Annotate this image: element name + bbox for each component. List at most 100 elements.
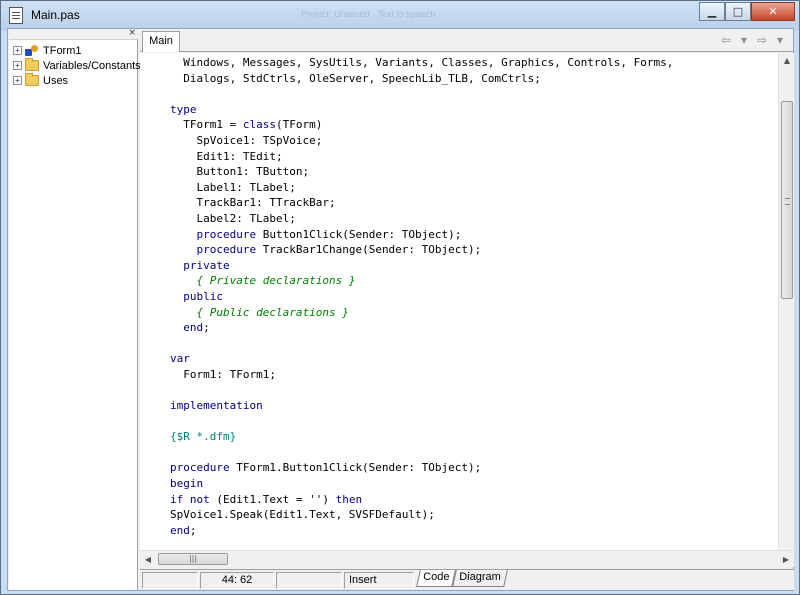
keyword-token: class bbox=[242, 118, 276, 132]
tab-main[interactable]: Main bbox=[142, 31, 180, 52]
title-bar[interactable]: Main.pas Project: Unsaved · Text to spee… bbox=[1, 1, 799, 31]
maximize-button[interactable]: □ bbox=[725, 2, 751, 21]
tree-item-label: TForm1 bbox=[43, 44, 82, 57]
code-token: (Edit1.Text = '') bbox=[209, 492, 336, 506]
code-line[interactable] bbox=[170, 86, 673, 102]
code-line[interactable]: TrackBar1: TTrackBar; bbox=[170, 195, 673, 211]
caption-buttons: ▁ □ ✕ bbox=[699, 2, 795, 21]
status-cell-empty bbox=[276, 572, 342, 589]
expand-icon[interactable]: + bbox=[13, 46, 22, 55]
code-line[interactable]: Button1: TButton; bbox=[170, 164, 673, 180]
window-title: Main.pas bbox=[31, 8, 80, 22]
keyword-token: procedure bbox=[170, 461, 230, 475]
code-line[interactable]: type bbox=[170, 102, 673, 118]
chevron-down-icon[interactable]: ▾ bbox=[773, 33, 787, 47]
tree-item-uses[interactable]: + Uses bbox=[13, 73, 68, 88]
code-line[interactable]: {$R *.dfm} bbox=[170, 429, 673, 445]
keyword-token: private bbox=[183, 258, 230, 272]
code-line[interactable]: var bbox=[170, 351, 673, 367]
code-token: Button1Click(Sender: TObject); bbox=[256, 227, 462, 241]
code-token: Edit1: TEdit; bbox=[170, 149, 283, 163]
keyword-token: not bbox=[189, 492, 210, 506]
code-line[interactable]: { Public declarations } bbox=[170, 305, 673, 321]
code-token: TrackBar1: TTrackBar; bbox=[170, 196, 336, 210]
code-line[interactable]: end; bbox=[170, 320, 673, 336]
close-button[interactable]: ✕ bbox=[751, 2, 795, 21]
code-token: SpVoice1: TSpVoice; bbox=[170, 133, 323, 147]
scroll-left-icon[interactable]: ◀ bbox=[140, 551, 156, 568]
code-line[interactable]: end; bbox=[170, 523, 673, 539]
explorer-close-button[interactable]: × bbox=[128, 28, 136, 38]
tree-item-tform1[interactable]: + TForm1 bbox=[13, 43, 82, 58]
keyword-token: end bbox=[183, 321, 204, 335]
background-window-title: Project: Unsaved · Text to speech bbox=[301, 9, 436, 19]
horizontal-scroll-thumb[interactable]: ||| bbox=[158, 553, 228, 565]
editor-tab-bar: Main ⇦ ▾ ⇨ ▾ bbox=[140, 30, 793, 52]
horizontal-scrollbar[interactable]: ◀ ||| ▶ bbox=[140, 550, 794, 567]
tree-item-variables-constants[interactable]: + Variables/Constants bbox=[13, 58, 141, 73]
folder-icon bbox=[25, 73, 39, 86]
cursor-position: 44: 62 bbox=[200, 572, 274, 589]
minimize-button[interactable]: ▁ bbox=[699, 2, 725, 21]
code-token: Form1: TForm1; bbox=[170, 367, 276, 381]
scroll-up-icon[interactable]: ▲ bbox=[779, 53, 795, 69]
code-line[interactable]: Form1: TForm1; bbox=[170, 367, 673, 383]
keyword-token: public bbox=[183, 289, 223, 303]
chevron-down-icon[interactable]: ▾ bbox=[737, 33, 751, 47]
code-line[interactable]: { Private declarations } bbox=[170, 273, 673, 289]
code-line[interactable]: if not (Edit1.Text = '') then bbox=[170, 492, 673, 508]
code-line[interactable]: Dialogs, StdCtrls, OleServer, SpeechLib_… bbox=[170, 71, 673, 87]
scroll-right-icon[interactable]: ▶ bbox=[778, 551, 794, 568]
code-line[interactable] bbox=[170, 445, 673, 461]
code-line[interactable]: Label1: TLabel; bbox=[170, 180, 673, 196]
status-bar: 44: 62 Insert Code Diagram bbox=[140, 569, 794, 590]
tab-code[interactable]: Code bbox=[416, 570, 457, 587]
code-token: Button1: TButton; bbox=[170, 165, 310, 179]
keyword-token: procedure bbox=[196, 227, 257, 241]
expand-icon[interactable]: + bbox=[13, 61, 22, 70]
insert-mode-indicator: Insert bbox=[344, 572, 414, 589]
code-token: TForm1 = bbox=[170, 118, 243, 132]
code-line[interactable]: Windows, Messages, SysUtils, Variants, C… bbox=[170, 55, 673, 71]
tab-diagram[interactable]: Diagram bbox=[452, 570, 508, 587]
forward-arrow-icon[interactable]: ⇨ bbox=[755, 33, 769, 47]
app-window: Main.pas Project: Unsaved · Text to spee… bbox=[0, 0, 800, 595]
code-line[interactable]: public bbox=[170, 289, 673, 305]
status-cell-modified bbox=[142, 572, 198, 589]
expand-icon[interactable]: + bbox=[13, 76, 22, 85]
vertical-scrollbar[interactable]: ▲ ▼ bbox=[778, 53, 794, 567]
code-line[interactable]: private bbox=[170, 258, 673, 274]
document-icon bbox=[9, 7, 23, 24]
keyword-token: var bbox=[170, 352, 190, 366]
code-line[interactable] bbox=[170, 414, 673, 430]
code-text[interactable]: Windows, Messages, SysUtils, Variants, C… bbox=[170, 55, 673, 538]
directive-token: {$R *.dfm} bbox=[170, 430, 237, 444]
client-area: × + TForm1 + Variables/Constants + Uses … bbox=[7, 28, 794, 591]
code-line[interactable] bbox=[170, 382, 673, 398]
code-line[interactable]: procedure TrackBar1Change(Sender: TObjec… bbox=[170, 242, 673, 258]
code-line[interactable]: procedure TForm1.Button1Click(Sender: TO… bbox=[170, 460, 673, 476]
code-line[interactable]: Label2: TLabel; bbox=[170, 211, 673, 227]
explorer-header: × bbox=[9, 28, 138, 40]
code-line[interactable]: implementation bbox=[170, 398, 673, 414]
back-arrow-icon[interactable]: ⇦ bbox=[719, 33, 733, 47]
keyword-token: type bbox=[170, 102, 197, 116]
code-line[interactable]: TForm1 = class(TForm) bbox=[170, 117, 673, 133]
code-line[interactable]: SpVoice1.Speak(Edit1.Text, SVSFDefault); bbox=[170, 507, 673, 523]
code-line[interactable]: Edit1: TEdit; bbox=[170, 149, 673, 165]
code-editor[interactable]: Windows, Messages, SysUtils, Variants, C… bbox=[140, 53, 778, 567]
vertical-scroll-thumb[interactable] bbox=[781, 101, 793, 299]
navigation-buttons: ⇦ ▾ ⇨ ▾ bbox=[719, 33, 787, 47]
code-token: TForm1.Button1Click(Sender: TObject); bbox=[229, 461, 482, 475]
code-line[interactable]: begin bbox=[170, 476, 673, 492]
keyword-token: then bbox=[335, 492, 363, 506]
code-line[interactable]: procedure Button1Click(Sender: TObject); bbox=[170, 227, 673, 243]
code-token: ; bbox=[203, 321, 210, 335]
code-line[interactable]: SpVoice1: TSpVoice; bbox=[170, 133, 673, 149]
code-line[interactable] bbox=[170, 336, 673, 352]
